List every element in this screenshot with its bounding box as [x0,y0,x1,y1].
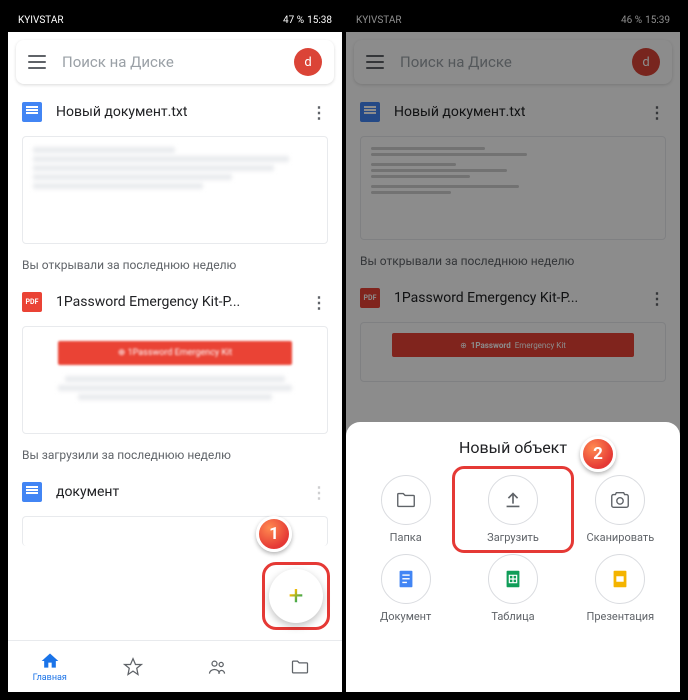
carrier-label: KYIVSTAR [18,15,64,26]
slides-icon [609,568,631,590]
fab-button[interactable]: + [269,569,323,623]
carrier-label: KYIVSTAR [356,15,402,26]
more-icon[interactable]: ⋮ [648,103,666,121]
section-opened: Вы открывали за последнюю неделю [346,248,680,278]
callout-badge-1: 1 [256,516,292,552]
callout-badge-2: 2 [580,436,616,472]
section-uploaded: Вы загрузили за последнюю неделю [8,442,342,472]
pdf-icon: PDF [360,288,380,308]
doc-icon [22,102,42,122]
nav-starred[interactable] [92,641,176,692]
option-label: Документ [380,610,431,623]
star-icon [123,657,143,677]
time-label: 15:38 [307,15,332,26]
sheet-option-upload[interactable]: Загрузить [461,475,564,544]
option-label: Папка [390,531,422,544]
battery-label: 47 % [283,15,304,26]
file-row[interactable]: Новый документ.txt ⋮ [8,92,342,132]
option-label: Презентация [586,610,654,623]
home-icon [40,651,60,671]
nav-shared[interactable] [175,641,259,692]
more-icon[interactable]: ⋮ [310,293,328,311]
more-icon[interactable]: ⋮ [310,483,328,501]
file-name: 1Password Emergency Kit-P... [394,290,648,306]
doc-icon [22,482,42,502]
status-bar: KYIVSTAR 46 % 15:39 [346,8,680,32]
account-avatar[interactable]: d [294,48,322,76]
pdf-preview-header: ⊕ 1Password Emergency Kit [58,341,293,365]
search-placeholder: Поиск на Диске [400,53,632,71]
sheets-icon [502,568,524,590]
sheet-title: Новый объект [354,438,672,457]
file-name: 1Password Emergency Kit-P... [56,294,310,310]
nav-label: Главная [33,673,67,683]
option-label: Сканировать [586,531,654,544]
sheet-option-doc[interactable]: Документ [354,554,457,623]
folder-icon [395,489,417,511]
file-name: документ [56,484,310,500]
sheet-option-folder[interactable]: Папка [354,475,457,544]
file-row[interactable]: PDF 1Password Emergency Kit-P... ⋮ [8,282,342,322]
option-label: Таблица [491,610,534,623]
phone-screen-left: KYIVSTAR 47 % 15:38 Поиск на Диске d Нов… [8,8,342,692]
more-icon[interactable]: ⋮ [648,289,666,307]
time-label: 15:39 [645,15,670,26]
hamburger-icon[interactable] [28,55,46,69]
folder-icon [290,657,310,677]
file-preview[interactable]: ⊕1PasswordEmergency Kit [360,322,666,382]
search-bar[interactable]: Поиск на Диске d [354,40,672,84]
camera-icon [609,489,631,511]
pdf-icon: PDF [22,292,42,312]
file-name: Новый документ.txt [56,104,310,120]
file-row[interactable]: Новый документ.txt ⋮ [346,92,680,132]
file-preview[interactable] [22,136,328,244]
more-icon[interactable]: ⋮ [310,103,328,121]
file-preview[interactable]: ⊕ 1Password Emergency Kit [22,326,328,434]
sheet-option-scan[interactable]: Сканировать [569,475,672,544]
hamburger-icon[interactable] [366,55,384,69]
bottom-sheet: Новый объект Папка Загрузить Сканировать… [346,422,680,692]
account-avatar[interactable]: d [632,48,660,76]
bottom-nav: Главная [8,640,342,692]
nav-home[interactable]: Главная [8,641,92,692]
phone-screen-right: KYIVSTAR 46 % 15:39 Поиск на Диске d Нов… [346,8,680,692]
file-row[interactable]: документ ⋮ [8,472,342,512]
section-opened: Вы открывали за последнюю неделю [8,252,342,282]
battery-label: 46 % [621,15,642,26]
nav-files[interactable] [259,641,343,692]
status-bar: KYIVSTAR 47 % 15:38 [8,8,342,32]
highlight-box-2: Загрузить [452,466,573,553]
search-bar[interactable]: Поиск на Диске d [16,40,334,84]
doc-icon [360,102,380,122]
plus-icon: + [289,581,304,611]
sheet-option-slides[interactable]: Презентация [569,554,672,623]
pdf-preview-header: ⊕1PasswordEmergency Kit [392,333,633,357]
highlight-box-1: + [262,562,330,630]
upload-icon [502,489,524,511]
docs-icon [395,568,417,590]
sheet-option-sheet[interactable]: Таблица [461,554,564,623]
file-name: Новый документ.txt [394,104,648,120]
file-row[interactable]: PDF 1Password Emergency Kit-P... ⋮ [346,278,680,318]
search-placeholder: Поиск на Диске [62,53,294,71]
option-label: Загрузить [487,531,539,544]
file-preview[interactable] [360,136,666,240]
people-icon [207,657,227,677]
